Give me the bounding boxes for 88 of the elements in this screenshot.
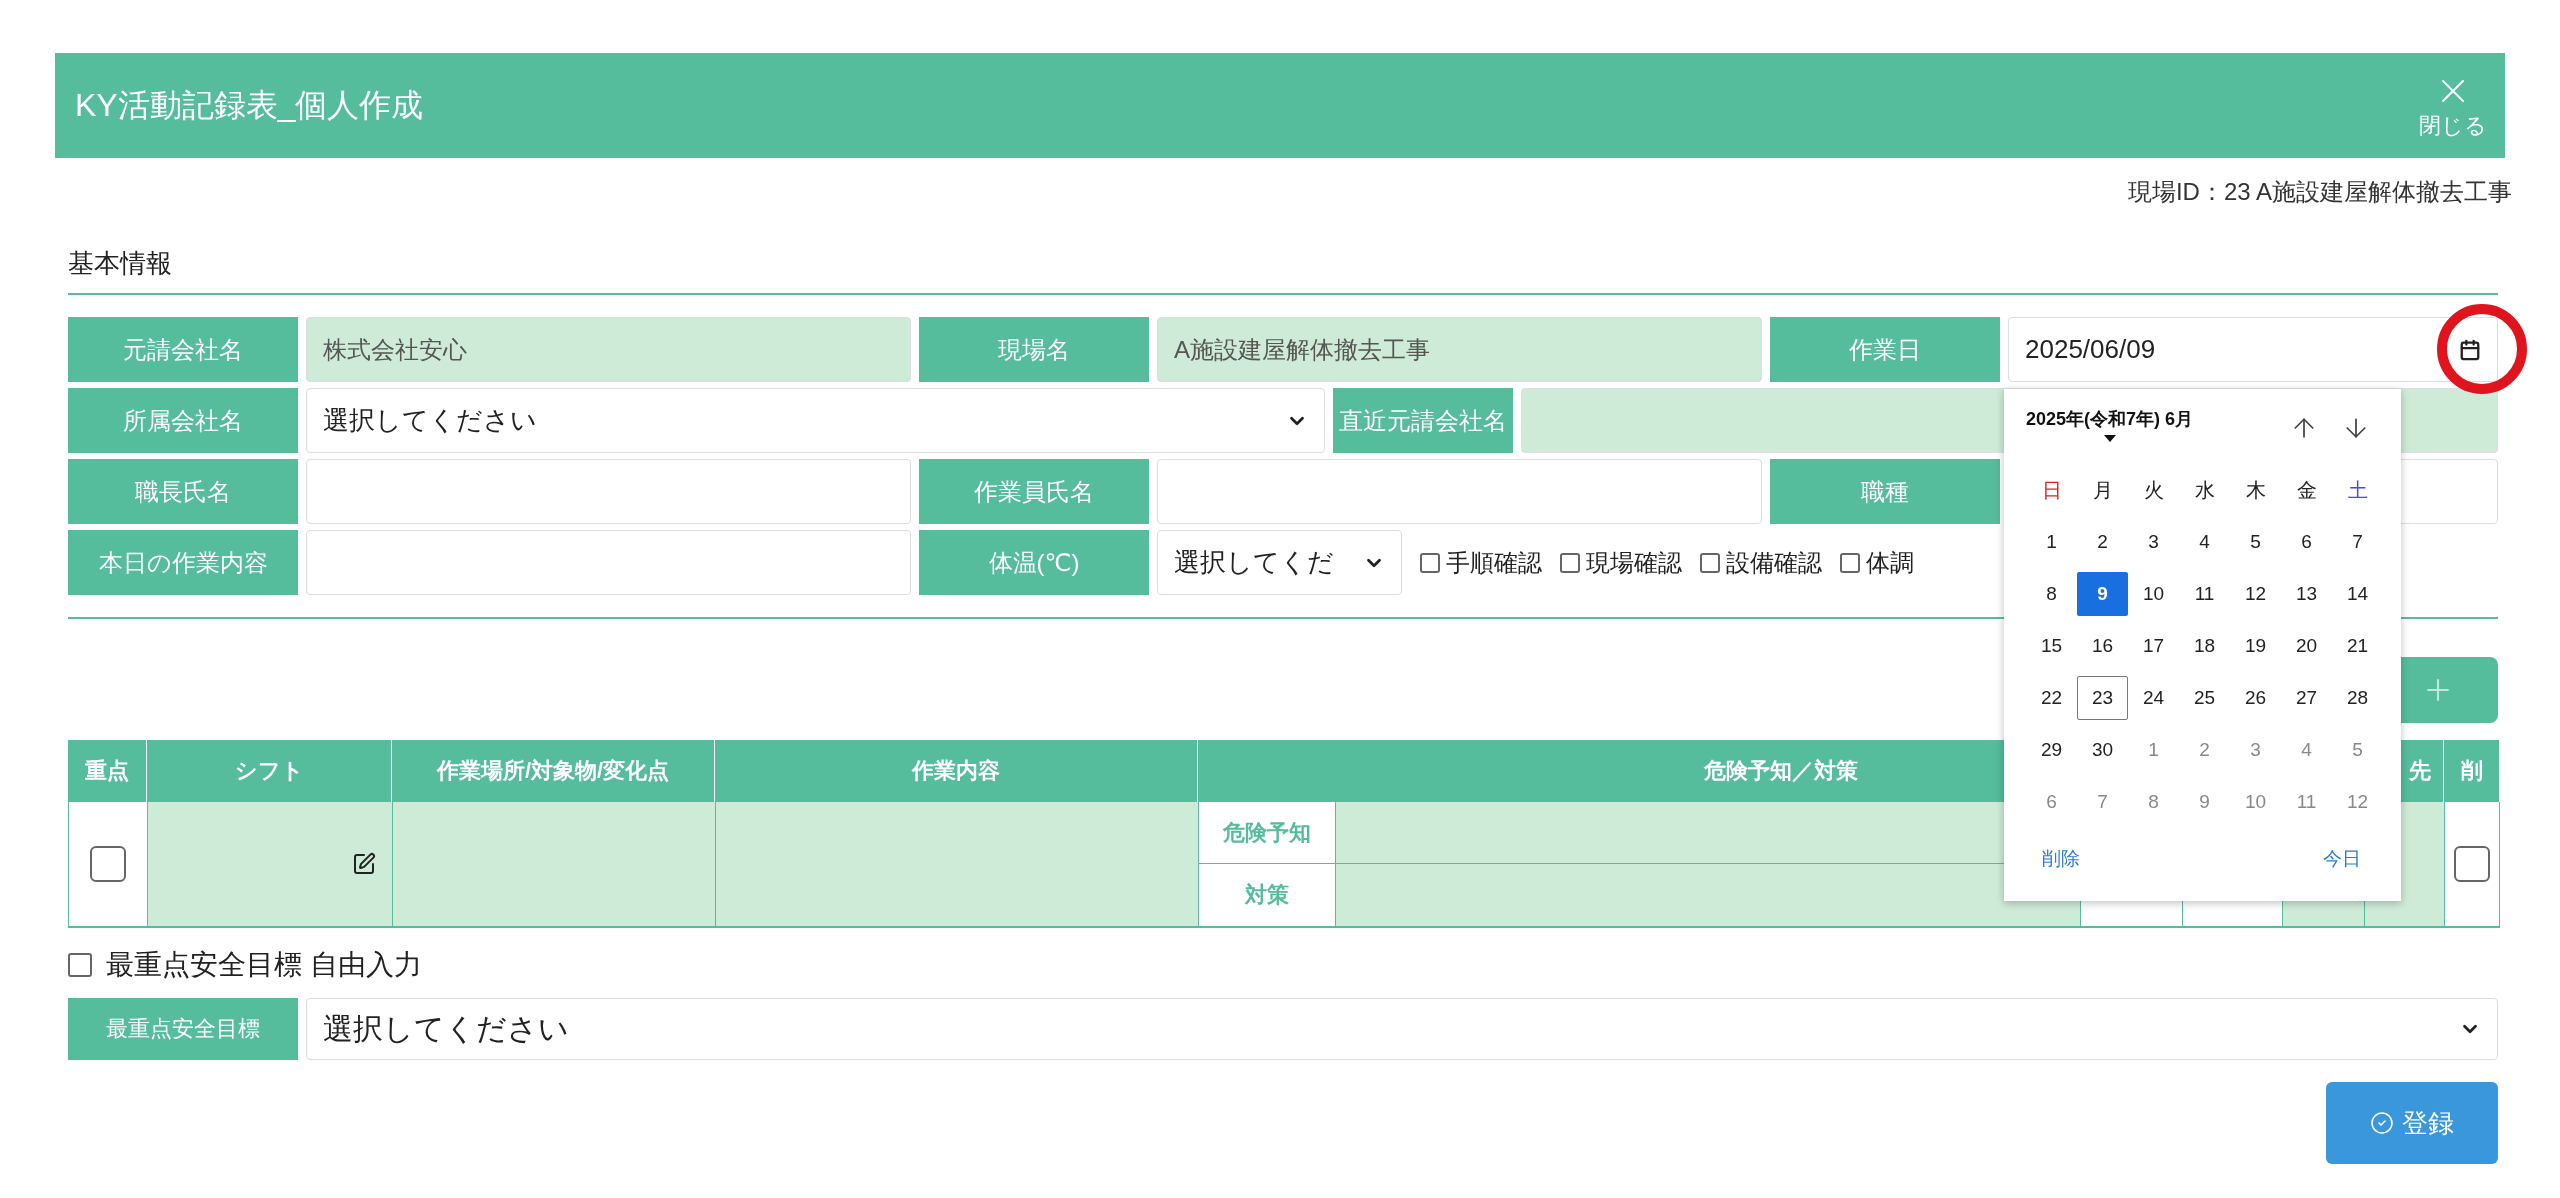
calendar-day[interactable]: 28 (2332, 676, 2383, 720)
checkbox-label: 最重点安全目標 自由入力 (106, 948, 422, 982)
checkbox-option[interactable]: 手順確認 (1420, 530, 1542, 595)
calendar-day[interactable]: 2 (2077, 520, 2128, 564)
calendar-day[interactable]: 20 (2281, 624, 2332, 668)
checkbox[interactable] (1700, 552, 1720, 573)
checkbox-option[interactable]: 現場確認 (1560, 530, 1682, 595)
month-selector[interactable]: 2025年(令和7年) 6月 (2026, 403, 2194, 446)
calendar-day[interactable]: 27 (2281, 676, 2332, 720)
weekday-label: 土 (2346, 477, 2369, 503)
weekday-label: 木 (2244, 477, 2267, 503)
weekday-label: 水 (2193, 477, 2216, 503)
calendar-day[interactable]: 4 (2179, 520, 2230, 564)
calendar-day[interactable]: 14 (2332, 572, 2383, 616)
checkbox-option[interactable]: 最重点安全目標 自由入力 (68, 946, 2505, 984)
column-header: 削 (2444, 740, 2500, 802)
calendar-day[interactable]: 23 (2077, 676, 2128, 720)
field-label: 元請会社名 (68, 317, 298, 382)
calendar-day[interactable]: 17 (2128, 624, 2179, 668)
checkbox[interactable] (90, 846, 126, 882)
select-field[interactable]: 選択してくだ (1157, 530, 1402, 595)
weekday-label: 金 (2295, 477, 2318, 503)
column-header: シフト (147, 740, 392, 802)
calendar-day[interactable]: 1 (2026, 520, 2077, 564)
field-label: 作業日 (1770, 317, 2000, 382)
checkbox-label: 体調 (1866, 547, 1914, 578)
input-field[interactable] (306, 530, 911, 595)
calendar-day[interactable]: 12 (2230, 572, 2281, 616)
calendar-day[interactable]: 6 (2281, 520, 2332, 564)
field-label: 所属会社名 (68, 388, 298, 453)
calendar-day[interactable]: 26 (2230, 676, 2281, 720)
row-label: 危険予知 (1198, 802, 1335, 864)
checkbox-label: 手順確認 (1446, 547, 1542, 578)
checkbox[interactable] (2454, 846, 2490, 882)
window-title: KY活動記録表_個人作成 (75, 85, 424, 125)
calendar-day[interactable]: 7 (2332, 520, 2383, 564)
select-field[interactable]: 選択してください (306, 388, 1325, 453)
weekday-label: 月 (2091, 477, 2114, 503)
field-label: 直近元請会社名 (1333, 388, 1513, 453)
calendar-day[interactable]: 11 (2179, 572, 2230, 616)
readonly-field: A施設建屋解体撤去工事 (1157, 317, 1762, 382)
calendar-day[interactable]: 3 (2128, 520, 2179, 564)
input-field[interactable] (306, 459, 911, 524)
edit-icon[interactable] (352, 852, 376, 876)
calendar-day[interactable]: 9 (2077, 572, 2128, 616)
today-link[interactable]: 今日 (2323, 846, 2361, 872)
checkbox[interactable] (1420, 552, 1440, 573)
field-label: 最重点安全目標 (68, 998, 298, 1060)
calendar-icon[interactable] (2459, 338, 2481, 361)
weekday-label: 日 (2040, 477, 2063, 503)
date-field[interactable]: 2025/06/09 (2008, 317, 2498, 382)
calendar-day[interactable]: 10 (2128, 572, 2179, 616)
checkbox-label: 設備確認 (1726, 547, 1822, 578)
calendar-day[interactable]: 21 (2332, 624, 2383, 668)
field-label: 現場名 (919, 317, 1149, 382)
field-label: 本日の作業内容 (68, 530, 298, 595)
field-label: 職長氏名 (68, 459, 298, 524)
clear-link[interactable]: 削除 (2042, 846, 2080, 872)
calendar-day[interactable]: 24 (2128, 676, 2179, 720)
calendar-day[interactable]: 5 (2230, 520, 2281, 564)
checkbox-option[interactable]: 体調 (1840, 530, 1914, 595)
field-label: 作業員氏名 (919, 459, 1149, 524)
column-header: 作業場所/対象物/変化点 (392, 740, 715, 802)
column-header: 作業内容 (715, 740, 1198, 802)
calendar-day[interactable]: 25 (2179, 676, 2230, 720)
calendar-day[interactable]: 19 (2230, 624, 2281, 668)
calendar-day[interactable]: 16 (2077, 624, 2128, 668)
checkbox-option[interactable]: 設備確認 (1700, 530, 1822, 595)
check-circle-icon (2370, 1111, 2394, 1135)
column-header: 重点 (68, 740, 147, 802)
calendar-day[interactable]: 13 (2281, 572, 2332, 616)
select-field[interactable]: 選択してください (306, 998, 2498, 1060)
input-field[interactable] (1157, 459, 1762, 524)
checkbox[interactable] (68, 953, 92, 977)
section-title: 基本情報 (68, 246, 2498, 295)
checkbox[interactable] (1560, 552, 1580, 573)
field-label: 職種 (1770, 459, 2000, 524)
calendar-day[interactable]: 8 (2026, 572, 2077, 616)
caret-icon (2103, 435, 2116, 442)
site-id-text: 現場ID：23 A施設建屋解体撤去工事 (2127, 177, 2512, 207)
calendar-day[interactable]: 22 (2026, 676, 2077, 720)
checkbox[interactable] (1840, 552, 1860, 573)
field-label: 体温(℃) (919, 530, 1149, 595)
readonly-field: 株式会社安心 (306, 317, 911, 382)
calendar-day[interactable]: 15 (2026, 624, 2077, 668)
calendar-day[interactable]: 18 (2179, 624, 2230, 668)
weekday-label: 火 (2142, 477, 2165, 503)
checkbox-label: 現場確認 (1586, 547, 1682, 578)
